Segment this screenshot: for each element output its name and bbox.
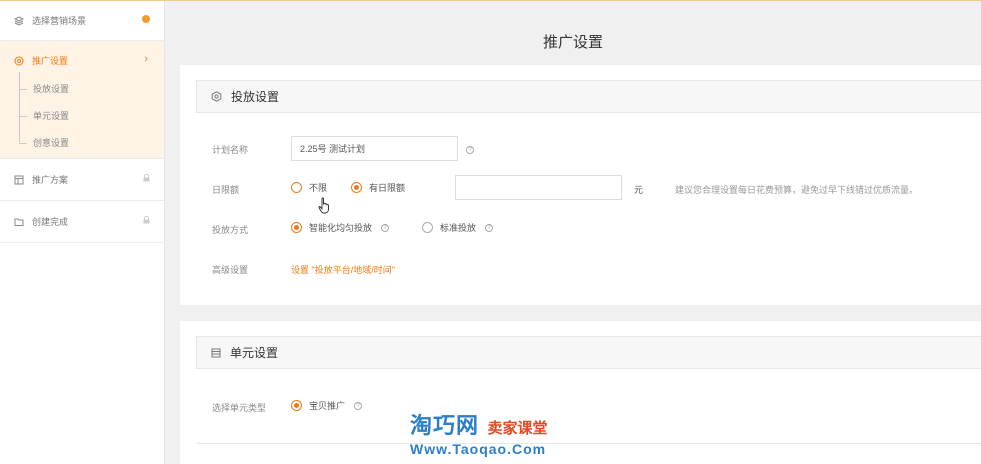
section-title: 单元设置 [230, 346, 279, 360]
gear-icon [14, 56, 24, 66]
status-dot [142, 15, 150, 23]
help-icon[interactable]: ? [485, 223, 494, 232]
watermark: 淘巧网 卖家课堂 Www.Taoqao.Com [410, 408, 548, 457]
radio-standard-delivery[interactable]: 标准投放 ? [422, 221, 494, 234]
sidebar-step-label: 推广方案 [32, 175, 69, 185]
delivery-method-label: 投放方式 [212, 225, 249, 235]
sidebar-sub-creative[interactable]: 创意设置 [19, 130, 164, 157]
advanced-settings-label: 高级设置 [212, 265, 249, 275]
radio-circle [291, 222, 302, 233]
lock-icon [143, 215, 150, 226]
main-content: 推广设置 投放设置 计划名称 ? 日限额 不限 有日限额 元 建议您合理设置每日… [165, 1, 981, 464]
radio-label: 不限 [309, 183, 328, 193]
plan-name-label: 计划名称 [212, 145, 249, 155]
plan-name-input[interactable] [291, 136, 458, 161]
grid-icon [211, 348, 221, 358]
radio-smart-delivery[interactable]: 智能化均匀投放 ? [291, 221, 390, 234]
sidebar-step-promotion[interactable]: 推广设置 › 投放设置 单元设置 创意设置 [0, 41, 164, 159]
page-title: 推广设置 [542, 34, 603, 51]
radio-circle [291, 182, 302, 193]
help-icon[interactable]: ? [354, 401, 363, 410]
settings-icon [211, 91, 222, 102]
lock-icon [143, 173, 150, 184]
section-header: 单元设置 [196, 336, 981, 369]
daily-budget-input[interactable] [455, 175, 622, 200]
radio-label: 有日限额 [369, 183, 406, 193]
delivery-settings-card: 投放设置 计划名称 ? 日限额 不限 有日限额 元 建议您合理设置每日花费预算，… [180, 65, 981, 305]
watermark-sub: 卖家课堂 [487, 420, 548, 437]
radio-item-promotion[interactable]: 宝贝推广 ? [291, 399, 363, 412]
help-icon[interactable]: ? [381, 223, 390, 232]
daily-limit-label: 日限额 [212, 185, 240, 195]
layers-icon [14, 15, 24, 26]
sidebar-step-label: 选择营销场景 [32, 16, 87, 26]
unit-settings-card: 单元设置 选择单元类型 宝贝推广 ? [180, 321, 981, 464]
divider [196, 443, 981, 444]
sidebar-step-plan[interactable]: 推广方案 [0, 159, 164, 201]
unit-type-label: 选择单元类型 [212, 403, 267, 413]
radio-circle [291, 400, 302, 411]
watermark-url: Www.Taoqao.Com [410, 441, 547, 457]
document-icon [14, 175, 24, 185]
sidebar-step-label: 创建完成 [32, 217, 69, 227]
hand-cursor-icon [318, 197, 332, 216]
help-icon[interactable]: ? [466, 146, 474, 154]
watermark-brand: 淘巧网 [410, 413, 480, 438]
advanced-settings-link[interactable]: 设置 "投放平台/地域/时间" [291, 263, 395, 276]
currency-unit: 元 [634, 185, 644, 195]
chevron-right-icon: › [144, 53, 148, 65]
sidebar: 选择营销场景 推广设置 › 投放设置 单元设置 创意设置 推广方案 创建完成 [0, 1, 165, 464]
budget-hint: 建议您合理设置每日花费预算，避免过早下线错过优质流量。 [675, 185, 919, 195]
radio-daily-limit[interactable]: 有日限额 [351, 181, 405, 194]
sidebar-step-complete[interactable]: 创建完成 [0, 201, 164, 243]
radio-circle [351, 182, 363, 193]
radio-label: 标准投放 [440, 223, 477, 233]
section-header: 投放设置 [196, 80, 981, 113]
folder-icon [14, 217, 24, 227]
section-title: 投放设置 [231, 90, 280, 104]
sidebar-step-scene[interactable]: 选择营销场景 [0, 1, 164, 41]
sidebar-sub-unit[interactable]: 单元设置 [19, 103, 164, 130]
radio-unlimited[interactable]: 不限 [291, 181, 327, 194]
radio-label: 宝贝推广 [309, 401, 346, 411]
sidebar-sub-delivery[interactable]: 投放设置 [19, 76, 164, 103]
radio-label: 智能化均匀投放 [309, 223, 373, 233]
sidebar-step-label: 推广设置 [32, 56, 69, 66]
radio-circle [422, 222, 434, 233]
